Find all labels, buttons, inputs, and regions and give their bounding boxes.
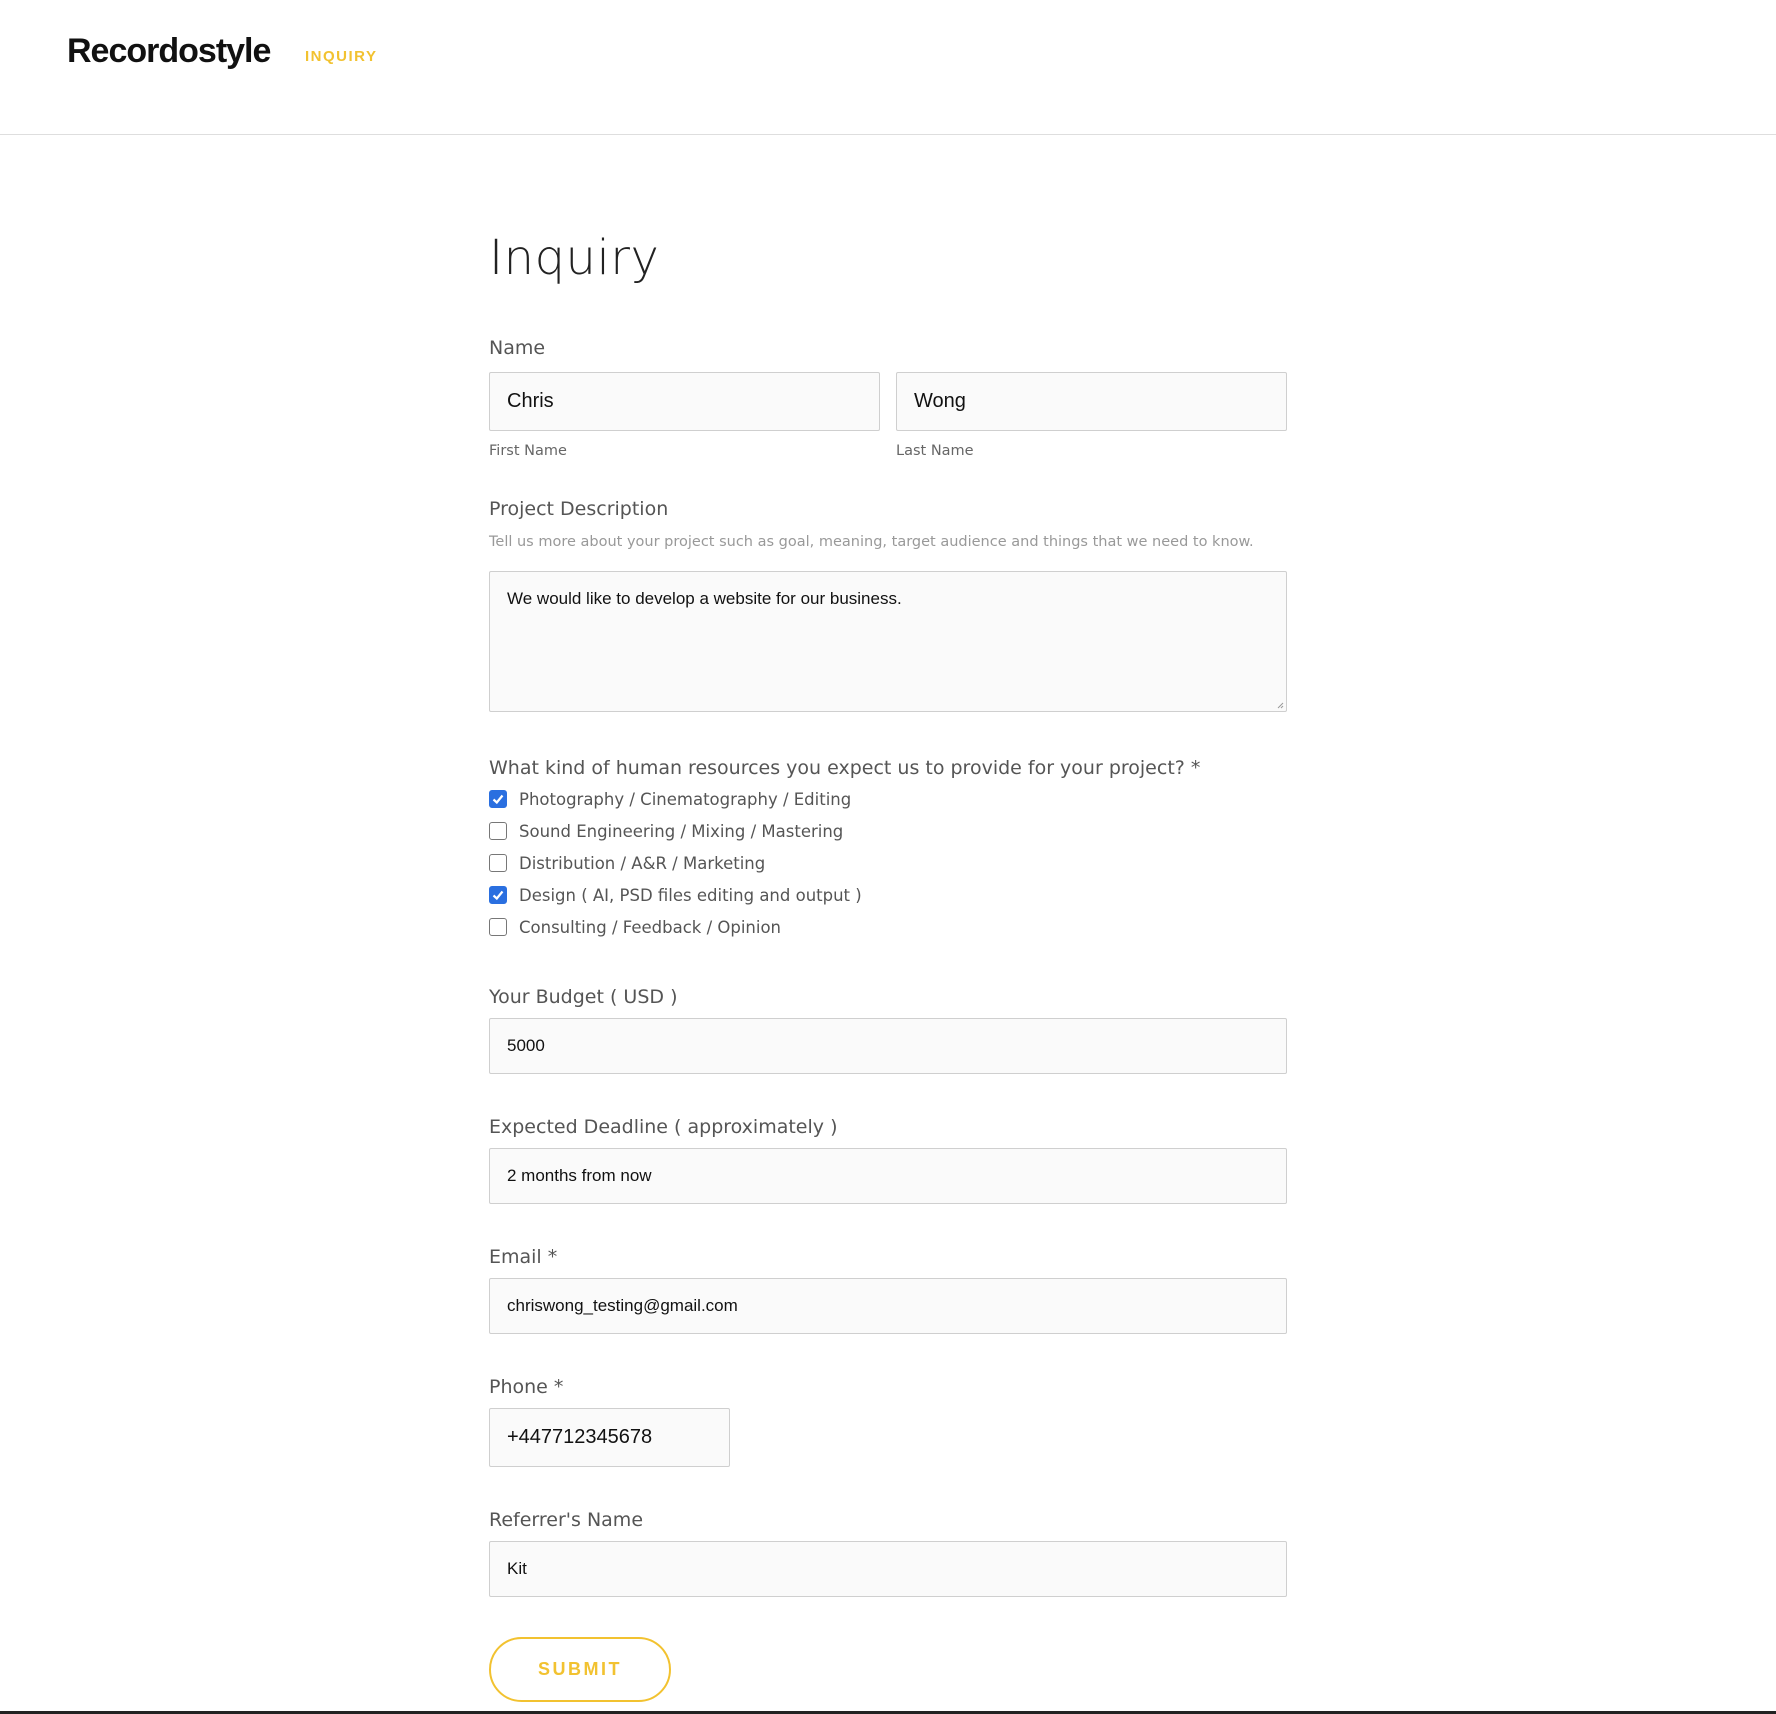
resource-option[interactable]: Sound Engineering / Mixing / Mastering	[489, 818, 843, 844]
nav-link-inquiry[interactable]: INQUIRY	[305, 48, 377, 65]
brand-logo[interactable]: Recordostyle	[67, 32, 271, 71]
resource-option[interactable]: Photography / Cinematography / Editing	[489, 786, 851, 812]
budget-input[interactable]: 5000	[489, 1018, 1287, 1074]
checkmark-icon	[492, 794, 504, 805]
last-name-input[interactable]: Wong	[896, 372, 1287, 431]
name-label: Name	[489, 337, 546, 359]
deadline-input[interactable]: 2 months from now	[489, 1148, 1287, 1204]
resize-grip-icon[interactable]	[1276, 701, 1284, 709]
checkbox[interactable]	[489, 918, 507, 936]
resource-option-label: Photography / Cinematography / Editing	[519, 789, 852, 809]
budget-label: Your Budget ( USD )	[489, 986, 678, 1008]
submit-button[interactable]: SUBMIT	[489, 1637, 671, 1702]
resource-option-label: Consulting / Feedback / Opinion	[519, 917, 782, 937]
resource-option[interactable]: Design ( AI, PSD files editing and outpu…	[489, 882, 862, 908]
resource-option[interactable]: Consulting / Feedback / Opinion	[489, 914, 781, 940]
project-description-label: Project Description	[489, 498, 669, 520]
resource-option-label: Design ( AI, PSD files editing and outpu…	[519, 885, 862, 905]
checkmark-icon	[492, 890, 504, 901]
checkbox[interactable]	[489, 822, 507, 840]
first-name-sublabel: First Name	[489, 443, 567, 459]
last-name-sublabel: Last Name	[896, 443, 974, 459]
first-name-input[interactable]: Chris	[489, 372, 880, 431]
resource-option-label: Sound Engineering / Mixing / Mastering	[519, 821, 844, 841]
checkbox[interactable]	[489, 886, 507, 904]
page-title: Inquiry	[489, 230, 660, 286]
resources-label: What kind of human resources you expect …	[489, 757, 1201, 779]
phone-input[interactable]: +447712345678	[489, 1408, 730, 1467]
site-header: Recordostyle INQUIRY	[0, 0, 1776, 135]
project-description-textarea[interactable]: We would like to develop a website for o…	[489, 571, 1287, 712]
checkbox[interactable]	[489, 854, 507, 872]
phone-label: Phone *	[489, 1376, 564, 1398]
referrer-label: Referrer's Name	[489, 1509, 644, 1531]
email-label: Email *	[489, 1246, 558, 1268]
project-description-value: We would like to develop a website for o…	[507, 589, 902, 608]
resource-option[interactable]: Distribution / A&R / Marketing	[489, 850, 765, 876]
resource-option-label: Distribution / A&R / Marketing	[519, 853, 766, 873]
deadline-label: Expected Deadline ( approximately )	[489, 1116, 838, 1138]
project-description-help: Tell us more about your project such as …	[489, 534, 1254, 550]
checkbox[interactable]	[489, 790, 507, 808]
referrer-input[interactable]: Kit	[489, 1541, 1287, 1597]
email-input[interactable]: chriswong_testing@gmail.com	[489, 1278, 1287, 1334]
